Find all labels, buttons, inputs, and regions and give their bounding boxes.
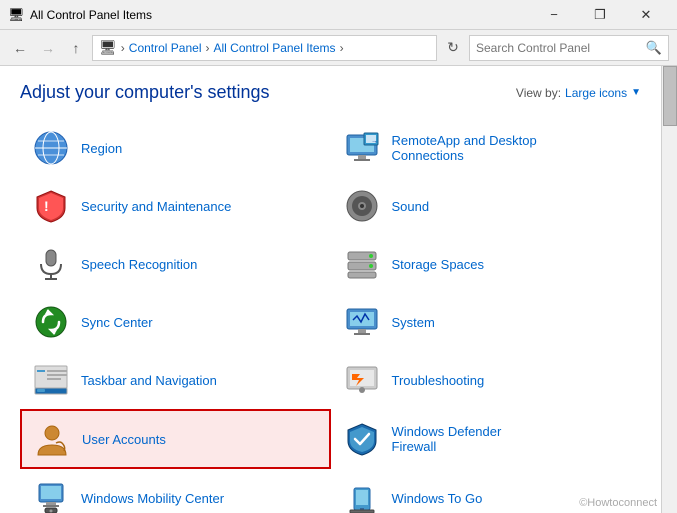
item-remoteapp[interactable]: → RemoteApp and Desktop Connections [331,119,642,177]
content-area: Adjust your computer's settings View by:… [0,66,677,513]
refresh-button[interactable]: ↻ [441,36,465,60]
speech-icon [31,244,71,284]
remoteapp-label: RemoteApp and Desktop Connections [392,133,537,163]
sync-icon [31,302,71,342]
security-label: Security and Maintenance [81,199,231,214]
breadcrumb: 🖥 › Control Panel › All Control Panel It… [92,35,437,61]
page-title: Adjust your computer's settings [20,82,270,103]
item-security[interactable]: ! Security and Maintenance [20,177,331,235]
speech-label: Speech Recognition [81,257,197,272]
item-mobility[interactable]: Windows Mobility Center [20,469,331,513]
item-troubleshooting[interactable]: Troubleshooting [331,351,642,409]
mobility-label: Windows Mobility Center [81,491,224,506]
breadcrumb-all-items[interactable]: All Control Panel Items [214,41,336,55]
item-storage[interactable]: Storage Spaces [331,235,642,293]
scrollbar-track[interactable] [661,66,677,513]
title-bar: 🖥 All Control Panel Items − ❐ ✕ [0,0,677,30]
region-label: Region [81,141,122,156]
chevron-down-icon: ▼ [631,87,641,98]
up-button[interactable]: ↑ [64,36,88,60]
windowstogo-icon [342,478,382,513]
search-input[interactable] [476,41,646,55]
defender-icon [342,419,382,459]
storage-label: Storage Spaces [392,257,485,272]
scrollbar-thumb[interactable] [663,66,677,126]
item-system[interactable]: System [331,293,642,351]
search-icon: 🔍 [646,40,662,56]
window-title: All Control Panel Items [30,8,531,22]
item-speech[interactable]: Speech Recognition [20,235,331,293]
view-by-label: View by: [516,86,561,100]
item-defender[interactable]: Windows Defender Firewall [331,409,642,469]
mobility-icon [31,478,71,513]
svg-text:→: → [371,138,378,145]
back-button[interactable]: ← [8,36,32,60]
item-region[interactable]: Region [20,119,331,177]
item-useraccounts[interactable]: User Accounts [20,409,331,469]
minimize-button[interactable]: − [531,0,577,30]
useraccounts-label: User Accounts [82,432,166,447]
svg-text:!: ! [44,198,49,214]
remoteapp-icon: → [342,128,382,168]
sound-label: Sound [392,199,430,214]
defender-label: Windows Defender Firewall [392,424,502,454]
sound-icon [342,186,382,226]
breadcrumb-control-panel[interactable]: Control Panel [129,41,202,55]
address-bar: ← → ↑ 🖥 › Control Panel › All Control Pa… [0,30,677,66]
sync-label: Sync Center [81,315,153,330]
taskbar-label: Taskbar and Navigation [81,373,217,388]
search-box: 🔍 [469,35,669,61]
main-area: Adjust your computer's settings View by:… [0,66,661,513]
storage-icon [342,244,382,284]
system-icon [342,302,382,342]
troubleshooting-label: Troubleshooting [392,373,485,388]
app-icon: 🖥 [8,7,24,23]
item-sound[interactable]: Sound [331,177,642,235]
close-button[interactable]: ✕ [623,0,669,30]
items-grid: Region → RemoteApp and Desktop Connectio… [20,119,641,513]
item-taskbar[interactable]: Taskbar and Navigation [20,351,331,409]
item-sync[interactable]: Sync Center [20,293,331,351]
system-label: System [392,315,435,330]
window-controls: − ❐ ✕ [531,0,669,30]
restore-button[interactable]: ❐ [577,0,623,30]
page-header: Adjust your computer's settings View by:… [20,82,641,103]
breadcrumb-icon: 🖥 [99,39,117,56]
troubleshooting-icon [342,360,382,400]
view-by-value[interactable]: Large icons [565,86,627,100]
security-icon: ! [31,186,71,226]
watermark: ©Howtoconnect [579,497,657,509]
region-icon [31,128,71,168]
windowstogo-label: Windows To Go [392,491,483,506]
forward-button[interactable]: → [36,36,60,60]
view-by-control[interactable]: View by: Large icons ▼ [516,86,641,100]
useraccounts-icon [32,419,72,459]
taskbar-icon [31,360,71,400]
